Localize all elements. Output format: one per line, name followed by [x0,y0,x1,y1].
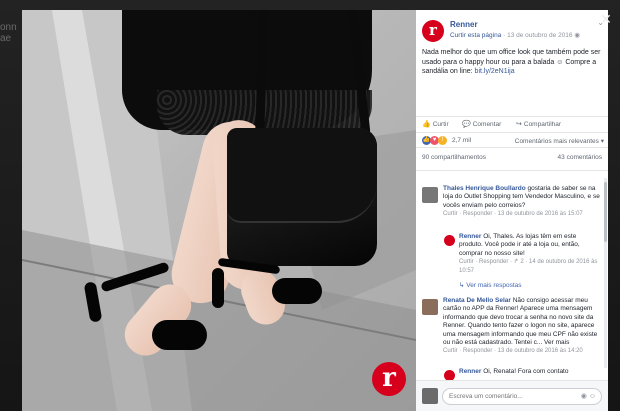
commenter-avatar[interactable] [422,299,438,315]
comments-count[interactable]: 43 comentários [558,154,602,161]
shares-count[interactable]: 90 compartilhamentos [422,154,486,161]
share-label: Compartilhar [523,121,562,128]
replier-avatar[interactable] [444,370,455,380]
page-avatar[interactable]: r [422,20,444,42]
comment-sort-dropdown[interactable]: Comentários mais relevantes ▾ [515,137,604,145]
commenter-avatar[interactable] [422,187,438,203]
comment-body: Renata De Mello Selar Não consigo acessa… [443,297,601,356]
reply-actions[interactable]: Curtir · Responder · ↱ 2 · 14 de outubro… [459,258,601,275]
wow-reaction-icon[interactable]: ! [438,136,447,145]
emoji-icon[interactable]: ☺ [589,393,598,400]
commenter-name[interactable]: Renata De Mello Selar [443,297,511,304]
close-icon[interactable]: ✕ [598,12,614,28]
comment-actions[interactable]: Curtir · Responder · 13 de outubro de 20… [443,210,601,218]
handbag-flap [227,128,377,223]
write-comment-bar: ◉☺ [416,380,608,411]
view-more-replies-link[interactable]: ↳ Ver mais respostas [459,281,522,289]
reaction-count[interactable]: 2,7 mil [452,137,471,144]
comment-button[interactable]: 💬 Comentar [462,120,501,128]
comments-list[interactable]: Thales Henrique Boullardo gostaria de sa… [416,170,608,380]
commenter-name[interactable]: Thales Henrique Boullardo [443,185,526,192]
hint-line: onn [0,22,17,33]
comment-tools: ◉☺ [581,392,598,400]
sandal-fringe [272,278,322,304]
comments-scrollbar[interactable] [604,178,607,368]
like-button[interactable]: 👍 Curtir [422,120,449,128]
thumb-up-icon: 👍 [422,121,431,128]
reply-body: Renner Oi, Renata! Fora com contato [459,368,601,376]
replier-name[interactable]: Renner [459,368,481,375]
hint-line: ae [0,33,12,44]
engagement-counts: 90 compartilhamentos 43 comentários [416,154,608,166]
reply-text: Oi, Renata! Fora com contato [483,368,569,375]
post-text: Nada melhor do que um office look que ta… [422,48,602,77]
globe-icon: ◉ [574,32,581,39]
viewer-avatar [422,388,438,404]
post-side-panel: r Renner Curtir esta página · 13 de outu… [416,10,608,411]
renner-logo-watermark: r [372,362,406,396]
comment-actions[interactable]: Curtir · Responder · 13 de outubro de 20… [443,347,601,355]
reply-body: Renner Oi, Thales. As lojas têm em este … [459,233,601,275]
replier-avatar[interactable] [444,235,455,246]
post-photo[interactable]: r [22,10,416,411]
like-label: Curtir [432,121,449,128]
share-button[interactable]: ↪ Compartilhar [516,120,561,128]
reactions-row: 👍 ♥ ! 2,7 mil Comentários mais relevante… [416,132,608,148]
replier-name[interactable]: Renner [459,233,481,240]
comment-text: Não consigo acessar meu cartão no APP da… [443,297,598,347]
comment-input[interactable] [442,388,602,405]
comment-icon: 💬 [462,121,471,128]
page-name-link[interactable]: Renner [450,20,478,29]
post-link[interactable]: bit.ly/2eN1ija [475,68,515,75]
sandal-fringe [152,320,207,350]
like-page-link[interactable]: Curtir esta página [450,32,501,39]
post-date[interactable]: 13 de outubro de 2016 [507,32,572,39]
background-page-hint: onn ae [0,22,24,82]
view-more-label: Ver mais respostas [466,282,522,289]
post-actions: 👍 Curtir 💬 Comentar ↪ Compartilhar [416,116,608,130]
scrollbar-thumb[interactable] [604,182,607,242]
sandal-heel [212,268,224,308]
camera-icon[interactable]: ◉ [581,393,589,400]
comment-label: Comentar [472,121,502,128]
post-meta: Curtir esta página · 13 de outubro de 20… [450,31,580,39]
post-header: r Renner Curtir esta página · 13 de outu… [422,18,606,46]
share-icon: ↪ [516,121,522,128]
comment-body: Thales Henrique Boullardo gostaria de sa… [443,185,601,219]
